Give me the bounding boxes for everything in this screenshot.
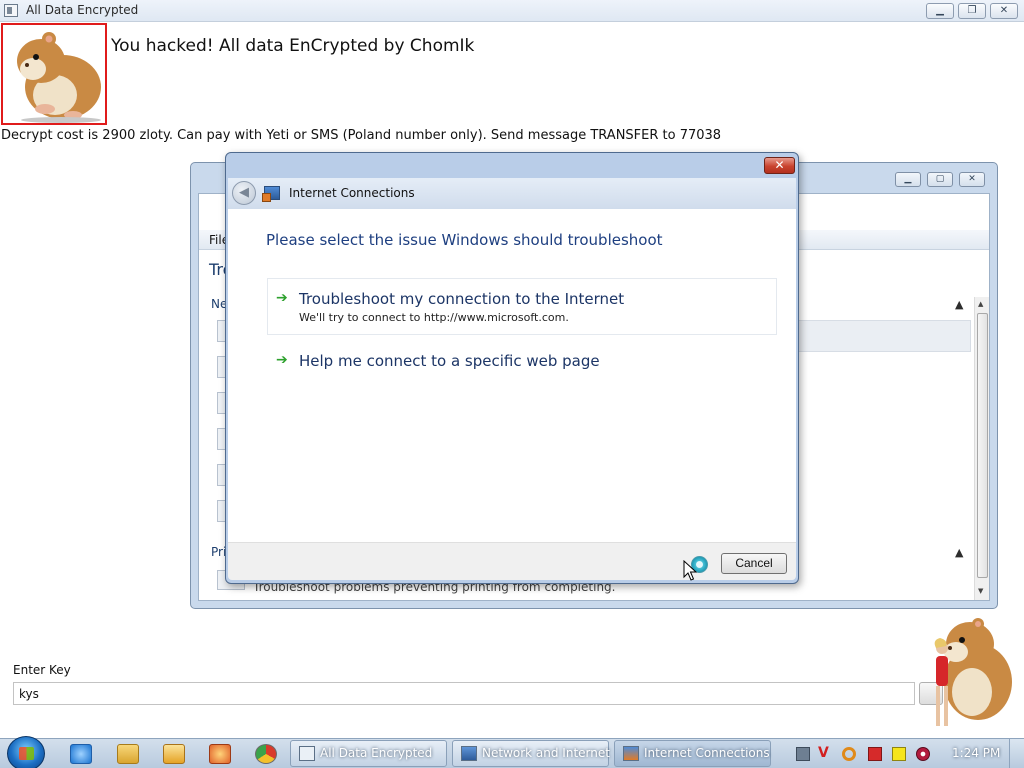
media-player-icon[interactable] (163, 744, 185, 764)
yellow-icon[interactable] (892, 747, 906, 761)
cp-scroll-thumb[interactable] (977, 313, 988, 578)
paint-icon[interactable] (209, 744, 231, 764)
dialog-body: Please select the issue Windows should t… (228, 209, 796, 542)
collapse-network-icon[interactable]: ▲ (955, 298, 963, 311)
network-troubleshooter-icon (623, 746, 639, 761)
desktop: All Data Encrypted ▁ ❐ ✕ You hacked! All… (0, 0, 1024, 768)
hamster-image (1, 23, 107, 125)
option-title: Troubleshoot my connection to the Intern… (299, 290, 625, 308)
cp-section-printing: Pri (211, 545, 227, 559)
taskbar-item-label: Network and Internet (482, 746, 610, 760)
taskbar: All Data Encrypted Network and Internet … (0, 736, 1024, 768)
window-title: All Data Encrypted (26, 3, 139, 17)
taskbar-item-all-data-encrypted[interactable]: All Data Encrypted (290, 740, 447, 767)
option-troubleshoot-connection[interactable]: ➔ Troubleshoot my connection to the Inte… (267, 278, 777, 335)
ransom-headline: You hacked! All data EnCrypted by ChomIk (111, 36, 475, 56)
taskbar-item-internet-connections[interactable]: Internet Connections (614, 740, 771, 767)
key-input[interactable] (13, 682, 915, 705)
hamster-icon (17, 32, 101, 123)
enter-key-label: Enter Key (13, 663, 71, 677)
internet-connections-dialog: ✕ ◀ Internet Connections Please select t… (225, 152, 799, 584)
cp-close-button[interactable]: ✕ (959, 172, 985, 187)
close-button[interactable]: ✕ (990, 3, 1018, 19)
option-specific-web-page[interactable]: ➔ Help me connect to a specific web page (267, 344, 777, 379)
ransom-note: Decrypt cost is 2900 zloty. Can pay with… (1, 128, 722, 143)
taskbar-item-network-and-internet[interactable]: Network and Internet (452, 740, 610, 767)
folder-icon[interactable] (117, 744, 139, 764)
flag-icon[interactable] (868, 747, 882, 761)
cp-maximize-button[interactable]: ▢ (927, 172, 953, 187)
network-troubleshooter-icon (262, 186, 280, 202)
search-icon[interactable] (842, 747, 856, 761)
volume-icon[interactable] (916, 747, 930, 761)
dialog-footer: Cancel (228, 542, 796, 580)
option-description: We'll try to connect to http://www.micro… (299, 311, 569, 324)
green-arrow-icon: ➔ (276, 352, 288, 368)
dialog-header: ◀ Internet Connections (228, 178, 796, 209)
show-desktop-button[interactable] (1009, 739, 1024, 768)
app-titlebar: All Data Encrypted ▁ ❐ ✕ (0, 0, 1024, 22)
taskbar-item-label: All Data Encrypted (320, 746, 433, 760)
taskbar-clock[interactable]: 1:24 PM (952, 746, 1000, 760)
collapse-printing-icon[interactable]: ▲ (955, 546, 963, 559)
control-panel-icon (461, 746, 477, 761)
dialog-back-button[interactable]: ◀ (232, 181, 256, 205)
mouse-cursor-icon (683, 560, 697, 581)
minimize-button[interactable]: ▁ (926, 3, 954, 19)
scroll-up-icon[interactable]: ▲ (978, 300, 983, 308)
network-icon[interactable] (796, 747, 810, 761)
dialog-prompt: Please select the issue Windows should t… (266, 231, 663, 249)
window-icon (299, 746, 315, 761)
cp-minimize-button[interactable]: ▁ (895, 172, 921, 187)
dialog-close-button[interactable]: ✕ (764, 157, 795, 174)
mascot-image (934, 618, 1012, 726)
cp-scrollbar[interactable]: ▲ ▼ (974, 297, 989, 600)
cp-selected-row[interactable] (779, 320, 971, 352)
taskbar-item-label: Internet Connections (644, 746, 770, 760)
dialog-title: Internet Connections (289, 186, 415, 200)
chrome-icon[interactable] (255, 744, 277, 764)
start-button[interactable] (7, 736, 45, 768)
window-icon (4, 4, 18, 17)
green-arrow-icon: ➔ (276, 290, 288, 306)
antivirus-icon[interactable]: V (818, 746, 832, 761)
cancel-button[interactable]: Cancel (721, 553, 787, 574)
scroll-down-icon[interactable]: ▼ (978, 587, 983, 595)
internet-explorer-icon[interactable] (70, 744, 92, 764)
option-title: Help me connect to a specific web page (299, 352, 600, 370)
restore-button[interactable]: ❐ (958, 3, 986, 19)
